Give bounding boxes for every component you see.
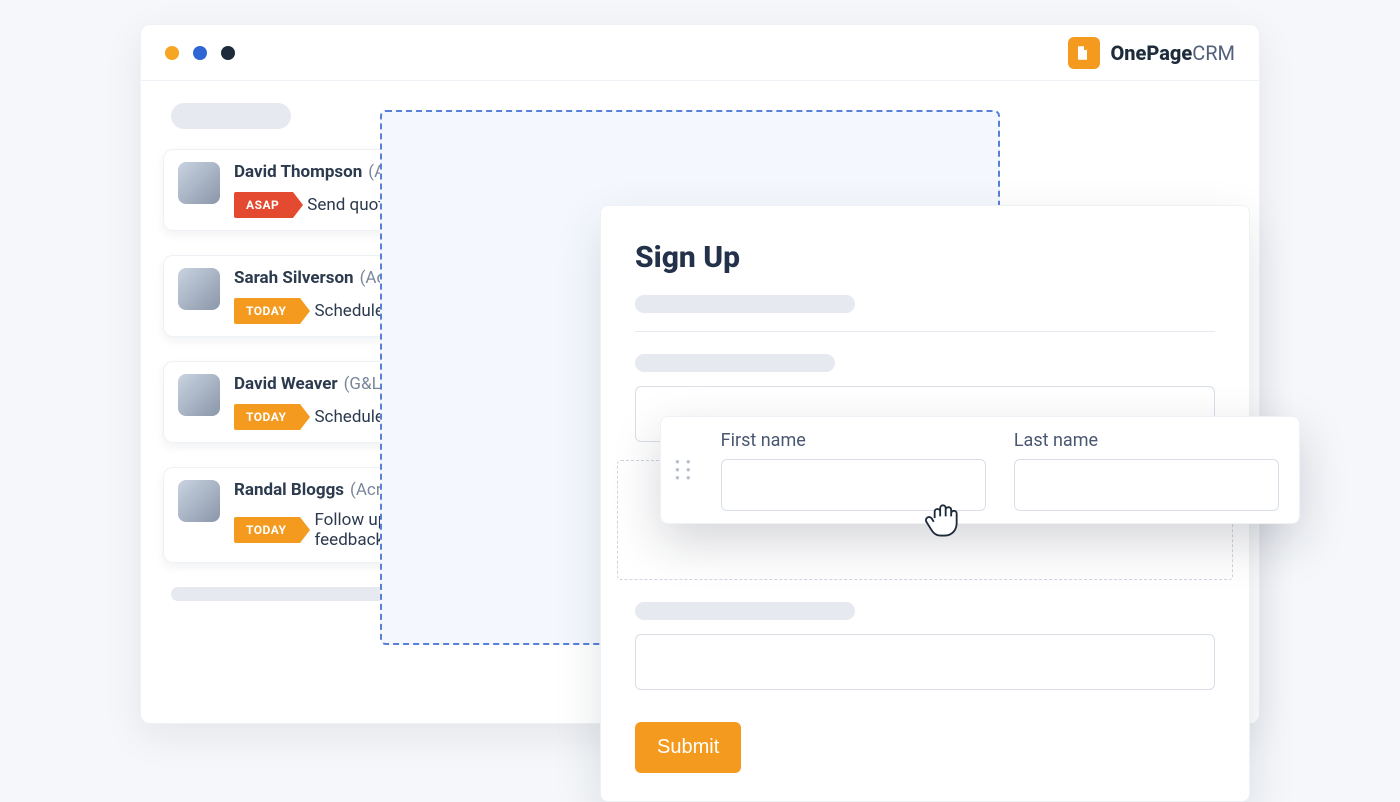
field-label-placeholder [635,602,855,620]
avatar [178,268,220,310]
sidebar-heading-placeholder [171,103,291,129]
brand-name: OnePageCRM [1110,41,1235,65]
signup-title: Sign Up [635,240,1215,275]
submit-button[interactable]: Submit [635,722,741,773]
window-controls [165,46,235,60]
placeholder-line [635,295,855,313]
field-label-placeholder [635,354,835,372]
window-dot-minimize[interactable] [193,46,207,60]
divider [635,331,1215,332]
grab-cursor-icon [920,498,964,546]
window-dot-maximize[interactable] [221,46,235,60]
avatar [178,480,220,522]
status-flag: TODAY [234,404,300,430]
titlebar: OnePageCRM [141,25,1259,81]
brand-logo-icon [1068,37,1100,69]
status-flag: ASAP [234,192,293,218]
contact-name: Randal Bloggs [234,480,344,500]
field-label-last-name: Last name [1014,430,1279,451]
field-label-first-name: First name [721,430,986,451]
contact-name: David Weaver [234,374,338,394]
dragged-field-group[interactable]: ● ●● ●● ● First name Last name [660,416,1300,524]
contact-name: Sarah Silverson [234,268,354,288]
status-flag: TODAY [234,298,300,324]
avatar [178,162,220,204]
status-flag: TODAY [234,517,300,543]
window-dot-close[interactable] [165,46,179,60]
drag-handle-icon[interactable]: ● ●● ●● ● [675,459,693,481]
contact-name: David Thompson [234,162,362,182]
text-input[interactable] [635,634,1215,690]
avatar [178,374,220,416]
brand: OnePageCRM [1068,37,1235,69]
last-name-input[interactable] [1014,459,1279,511]
